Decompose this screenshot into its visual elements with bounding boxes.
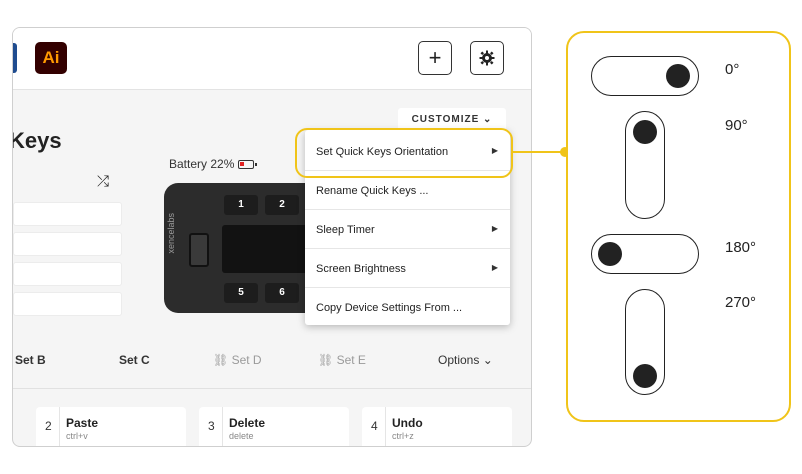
menu-item-sleep-timer[interactable]: Sleep Timer ▶ xyxy=(305,210,510,249)
orientation-label: 90° xyxy=(725,117,748,134)
menu-item-screen-brightness[interactable]: Screen Brightness ▶ xyxy=(305,249,510,288)
orientation-0-option[interactable] xyxy=(591,56,699,96)
key-card[interactable]: 3 Delete delete xyxy=(199,407,349,446)
key-shortcut: ctrl+v xyxy=(66,431,88,441)
battery-label: Battery 22% xyxy=(169,157,235,171)
shuffle-icon[interactable]: ⤮ xyxy=(97,173,109,190)
illustrator-app-icon[interactable]: Ai xyxy=(35,42,67,74)
orientation-dot-icon xyxy=(632,364,657,388)
key-name-field[interactable] xyxy=(13,232,122,256)
plus-icon: + xyxy=(428,45,442,70)
stage: Ai + CUSTOMIZE ⌄ Keys Battery 22% ⤮ xenc… xyxy=(0,0,802,474)
divider xyxy=(385,407,386,446)
callout-connector xyxy=(512,151,567,153)
orientation-270-option[interactable] xyxy=(625,289,665,395)
divider xyxy=(13,388,531,389)
device-key-6[interactable]: 6 xyxy=(265,283,299,303)
highlight-callout xyxy=(295,128,513,178)
app-switcher-tab[interactable] xyxy=(13,43,17,73)
tab-set-c[interactable]: Set C xyxy=(119,353,150,367)
key-name-field[interactable] xyxy=(13,292,122,316)
menu-item-label: Rename Quick Keys ... xyxy=(316,185,429,197)
device-brand-label: xencelabs xyxy=(166,213,176,254)
orientation-panel: 0° 90° 180° 270° xyxy=(566,31,791,422)
key-number: 3 xyxy=(208,419,215,433)
battery-icon xyxy=(238,159,258,169)
divider xyxy=(222,407,223,446)
key-shortcut: ctrl+z xyxy=(392,431,414,441)
page-title: Keys xyxy=(12,128,62,153)
submenu-arrow-icon: ▶ xyxy=(491,224,498,233)
menu-item-label: Sleep Timer xyxy=(316,224,375,236)
battery-status: Battery 22% xyxy=(169,157,258,171)
tab-set-b[interactable]: Set B xyxy=(15,353,46,367)
device-key-5[interactable]: 5 xyxy=(224,283,258,303)
device-wheel xyxy=(189,233,209,267)
key-card[interactable]: 2 Paste ctrl+v xyxy=(36,407,186,446)
menu-item-copy-settings[interactable]: Copy Device Settings From ... xyxy=(305,288,510,327)
orientation-dot-icon xyxy=(598,241,622,266)
key-action-name: Undo xyxy=(392,416,423,430)
orientation-dot-icon xyxy=(632,120,657,144)
gear-icon xyxy=(479,50,495,66)
orientation-dot-icon xyxy=(666,63,690,88)
key-name-field[interactable] xyxy=(13,262,122,286)
orientation-label: 270° xyxy=(725,294,757,311)
add-app-button[interactable]: + xyxy=(418,41,452,75)
divider xyxy=(59,407,60,446)
key-action-name: Paste xyxy=(66,416,99,430)
orientation-label: 180° xyxy=(725,239,757,256)
submenu-arrow-icon: ▶ xyxy=(491,263,498,272)
menu-item-label: Copy Device Settings From ... xyxy=(316,302,463,314)
orientation-90-option[interactable] xyxy=(625,111,665,219)
key-card[interactable]: 4 Undo ctrl+z xyxy=(362,407,512,446)
key-number: 4 xyxy=(371,419,378,433)
device-key-2[interactable]: 2 xyxy=(265,195,299,215)
options-dropdown[interactable]: Options ⌄ xyxy=(438,353,493,367)
settings-button[interactable] xyxy=(470,41,504,75)
tab-set-e[interactable]: ⛓ Set E xyxy=(318,353,366,367)
top-bar: Ai + xyxy=(13,28,531,90)
orientation-180-option[interactable] xyxy=(591,234,699,274)
device-key-1[interactable]: 1 xyxy=(224,195,258,215)
key-action-name: Delete xyxy=(229,416,266,430)
key-shortcut: delete xyxy=(229,431,254,441)
orientation-label: 0° xyxy=(725,61,740,78)
key-set-tabs: Set B Set C ⛓ Set D ⛓ Set E Options ⌄ xyxy=(13,353,531,383)
key-name-field[interactable] xyxy=(13,202,122,226)
tab-set-d[interactable]: ⛓ Set D xyxy=(213,353,262,367)
key-number: 2 xyxy=(45,419,52,433)
menu-item-label: Screen Brightness xyxy=(316,263,406,275)
